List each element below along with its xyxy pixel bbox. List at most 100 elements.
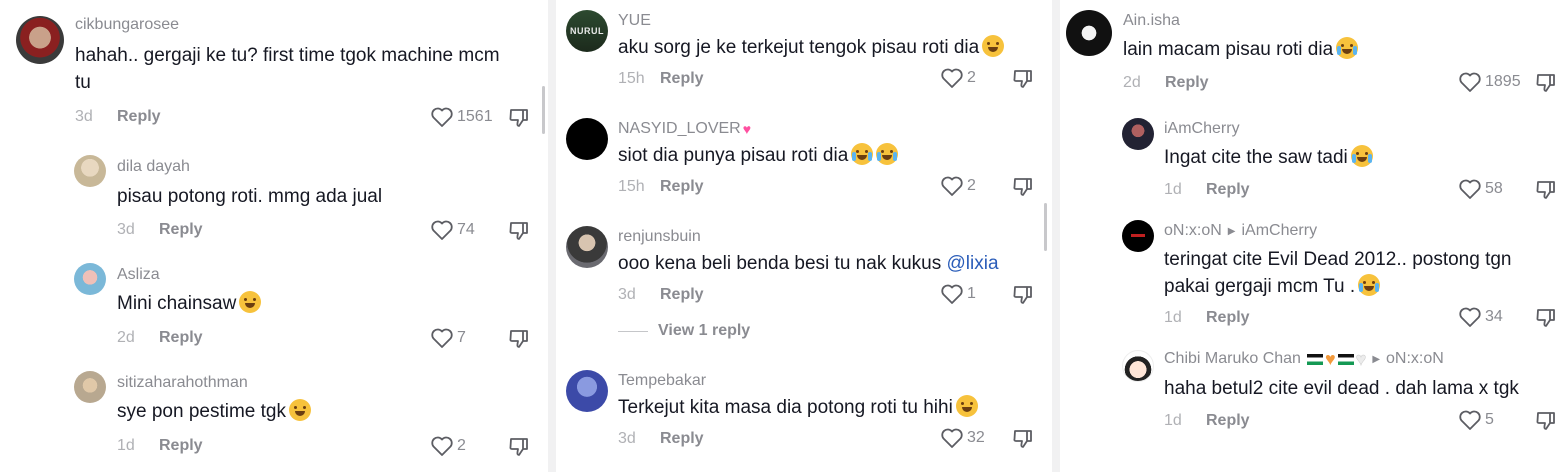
like-button[interactable]: 1 (940, 283, 976, 305)
reply-button[interactable]: Reply (117, 108, 161, 126)
avatar[interactable] (1122, 118, 1154, 150)
comment-date: 3d (117, 221, 135, 238)
dislike-icon[interactable] (1012, 68, 1034, 90)
avatar[interactable] (74, 371, 106, 403)
reply-button[interactable]: Reply (660, 286, 704, 304)
like-button[interactable]: 58 (1458, 178, 1503, 200)
comment-column-2: NURUL YUE aku sorg je ke terkejut tengok… (556, 0, 1052, 472)
reply-button[interactable]: Reply (1165, 74, 1209, 92)
comment-meta: 2d Reply (1123, 74, 1209, 92)
comment-username[interactable]: Chibi Maruko Chan ♥ ♥ ▶ oN:x:oN (1164, 350, 1444, 369)
like-button[interactable]: 5 (1458, 409, 1494, 431)
like-button[interactable]: 2 (940, 175, 976, 197)
reply-button[interactable]: Reply (660, 70, 704, 88)
dislike-icon[interactable] (508, 436, 530, 458)
like-button[interactable]: 2 (940, 67, 976, 89)
like-count: 5 (1485, 411, 1494, 428)
comment-date: 1d (1164, 181, 1182, 198)
like-count: 7 (457, 329, 466, 346)
dislike-icon[interactable] (1012, 176, 1034, 198)
comment-meta: 1d Reply (1164, 412, 1250, 430)
like-count: 32 (967, 429, 985, 446)
comment-username[interactable]: renjunsbuin (618, 228, 701, 246)
avatar[interactable]: NURUL (566, 10, 608, 52)
reply-button[interactable]: Reply (1206, 412, 1250, 430)
scrollbar-thumb[interactable] (1044, 203, 1047, 251)
comment-username[interactable]: dila dayah (117, 158, 190, 176)
comment-meta: 2d Reply (117, 329, 203, 347)
heart-icon (941, 68, 963, 88)
reply-button[interactable]: Reply (159, 437, 203, 455)
reply-to-user[interactable]: oN:x:oN (1386, 350, 1444, 368)
like-button[interactable]: 2 (430, 435, 466, 457)
avatar[interactable] (16, 16, 64, 64)
like-button[interactable]: 7 (430, 327, 466, 349)
dislike-icon[interactable] (1012, 284, 1034, 306)
comment-username[interactable]: Ain.isha (1123, 12, 1180, 30)
comment-column-3: Ain.isha lain macam pisau roti dia 2d Re… (1060, 0, 1565, 472)
avatar-mark (1131, 234, 1145, 237)
comment-item: Ain.isha lain macam pisau roti dia 2d Re… (1060, 0, 1565, 108)
dislike-icon[interactable] (508, 220, 530, 242)
dislike-icon[interactable] (1012, 428, 1034, 450)
like-count: 1895 (1485, 73, 1521, 90)
dislike-icon[interactable] (508, 328, 530, 350)
avatar[interactable] (74, 155, 106, 187)
laughing-emoji (982, 35, 1005, 57)
comment-item: NURUL YUE aku sorg je ke terkejut tengok… (556, 0, 1052, 100)
reply-to-user[interactable]: iAmCherry (1242, 222, 1318, 240)
like-button[interactable]: 1561 (430, 106, 493, 128)
avatar[interactable] (566, 370, 608, 412)
dislike-icon[interactable] (1535, 307, 1557, 329)
comment-username[interactable]: oN:x:oN ▶ iAmCherry (1164, 222, 1317, 240)
grinning-sweat-emoji (288, 399, 311, 421)
reply-button[interactable]: Reply (1206, 309, 1250, 327)
flags-hearts-emoji: ♥ ♥ (1306, 350, 1367, 368)
comment-text: ooo kena beli benda besi tu nak kukus @l… (618, 253, 999, 274)
crying-emoji (1336, 37, 1359, 59)
comment-username[interactable]: Tempebakar (618, 372, 706, 390)
comment-username[interactable]: YUE (618, 12, 651, 30)
dislike-icon[interactable] (1535, 410, 1557, 432)
reply-button[interactable]: Reply (660, 178, 704, 196)
avatar[interactable] (566, 226, 608, 268)
mention-link[interactable]: @lixia (947, 253, 999, 274)
avatar[interactable] (1122, 350, 1154, 382)
like-button[interactable]: 34 (1458, 306, 1503, 328)
avatar[interactable] (1122, 220, 1154, 252)
comment-item: oN:x:oN ▶ iAmCherry teringat cite Evil D… (1060, 216, 1565, 344)
comment-item: sitizaharahothman sye pon pestime tgk 1d… (0, 366, 548, 472)
reply-button[interactable]: Reply (159, 329, 203, 347)
comment-username[interactable]: sitizaharahothman (117, 374, 248, 392)
comment-item: NASYID_LOVER ♥ siot dia punya pisau roti … (556, 108, 1052, 208)
comment-meta: 3d Reply (618, 430, 704, 448)
comment-username[interactable]: NASYID_LOVER ♥ (618, 120, 751, 138)
view-replies-button[interactable]: View 1 reply (618, 322, 750, 340)
reply-button[interactable]: Reply (660, 430, 704, 448)
like-button[interactable]: 1895 (1458, 71, 1521, 93)
dislike-icon[interactable] (1535, 179, 1557, 201)
heart-icon (1459, 179, 1481, 199)
like-button[interactable]: 74 (430, 219, 475, 241)
comment-text: Terkejut kita masa dia potong roti tu hi… (618, 394, 978, 421)
avatar[interactable] (74, 263, 106, 295)
reply-button[interactable]: Reply (1206, 181, 1250, 199)
comment-text: haha betul2 cite evil dead . dah lama x … (1164, 378, 1519, 399)
dislike-icon[interactable] (1535, 72, 1557, 94)
dislike-icon[interactable] (508, 107, 530, 129)
comment-meta: 3d Reply (618, 286, 704, 304)
comment-date: 1d (1164, 309, 1182, 326)
comment-username[interactable]: iAmCherry (1164, 120, 1240, 138)
comment-meta: 3d Reply (117, 221, 203, 239)
comment-username[interactable]: Asliza (117, 266, 160, 284)
heart-icon (941, 428, 963, 448)
comment-username[interactable]: cikbungarosee (75, 16, 179, 34)
like-button[interactable]: 32 (940, 427, 985, 449)
heart-icon (1459, 410, 1481, 430)
avatar[interactable] (1066, 10, 1112, 56)
scrollbar-thumb[interactable] (542, 86, 545, 134)
heart-icon (941, 284, 963, 304)
reply-button[interactable]: Reply (159, 221, 203, 239)
like-count: 1 (967, 285, 976, 302)
avatar[interactable] (566, 118, 608, 160)
